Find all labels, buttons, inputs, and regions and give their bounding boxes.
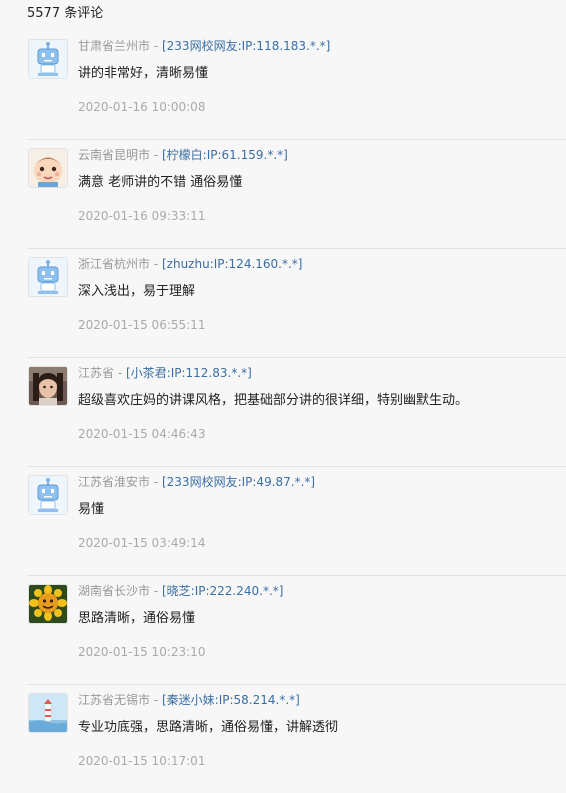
comment-user-link[interactable]: [晓芝:IP:222.240.*.*]: [162, 584, 283, 598]
comment-user-link[interactable]: [小茶君:IP:112.83.*.*]: [126, 366, 252, 380]
comment-item: 浙江省杭州市 - [zhuzhu:IP:124.160.*.*] 深入浅出，易于…: [27, 248, 566, 358]
comment-item: 云南省昆明市 - [柠檬白:IP:61.159.*.*] 满意 老师讲的不错 通…: [27, 139, 566, 249]
robot-avatar-icon[interactable]: [29, 40, 67, 78]
comment-text: 满意 老师讲的不错 通俗易懂: [78, 175, 243, 190]
comment-user-link[interactable]: [秦迷小妹:IP:58.214.*.*]: [162, 693, 300, 707]
comment-location: 甘肃省兰州市: [78, 39, 151, 53]
meta-separator: -: [150, 148, 162, 162]
comment-text: 专业功底强，思路清晰，通俗易懂，讲解透彻: [78, 720, 339, 735]
comment-timestamp: 2020-01-15 10:23:10: [78, 645, 206, 659]
comment-item: 甘肃省兰州市 - [233网校网友:IP:118.183.*.*] 讲的非常好，…: [27, 30, 566, 140]
comment-meta: 江苏省淮安市 - [233网校网友:IP:49.87.*.*]: [78, 474, 315, 490]
comment-count: 5577 条评论: [27, 6, 104, 21]
photo-avatar-icon[interactable]: [29, 367, 67, 405]
comment-location: 江苏省: [78, 366, 115, 380]
comment-user-link[interactable]: [柠檬白:IP:61.159.*.*]: [162, 148, 288, 162]
comment-text: 超级喜欢庄妈的讲课风格，把基础部分讲的很详细，特别幽默生动。: [78, 393, 469, 408]
comment-item: 湖南省长沙市 - [晓芝:IP:222.240.*.*] 思路清晰，通俗易懂 2…: [27, 575, 566, 685]
comment-meta: 甘肃省兰州市 - [233网校网友:IP:118.183.*.*]: [78, 38, 330, 54]
comment-timestamp: 2020-01-15 10:17:01: [78, 754, 206, 768]
comment-location: 江苏省无锡市: [78, 693, 151, 707]
comment-text: 思路清晰，通俗易懂: [78, 611, 196, 626]
meta-separator: -: [150, 39, 162, 53]
comment-timestamp: 2020-01-16 10:00:08: [78, 100, 206, 114]
sunflower-avatar-icon[interactable]: [29, 585, 67, 623]
comment-item: 江苏省无锡市 - [秦迷小妹:IP:58.214.*.*] 专业功底强，思路清晰…: [27, 684, 566, 793]
comment-timestamp: 2020-01-15 04:46:43: [78, 427, 206, 441]
meta-separator: -: [150, 475, 162, 489]
comment-location: 浙江省杭州市: [78, 257, 151, 271]
comment-location: 湖南省长沙市: [78, 584, 151, 598]
meta-separator: -: [114, 366, 126, 380]
comment-user-link[interactable]: [233网校网友:IP:118.183.*.*]: [162, 39, 330, 53]
comment-item: 江苏省淮安市 - [233网校网友:IP:49.87.*.*] 易懂 2020-…: [27, 466, 566, 576]
comment-timestamp: 2020-01-15 03:49:14: [78, 536, 206, 550]
meta-separator: -: [150, 693, 162, 707]
lighthouse-avatar-icon[interactable]: [29, 694, 67, 732]
comment-meta: 江苏省无锡市 - [秦迷小妹:IP:58.214.*.*]: [78, 692, 300, 708]
comment-text: 讲的非常好，清晰易懂: [78, 66, 209, 81]
baby-face-avatar-icon[interactable]: [29, 149, 67, 187]
comment-user-link[interactable]: [233网校网友:IP:49.87.*.*]: [162, 475, 315, 489]
robot-avatar-icon[interactable]: [29, 258, 67, 296]
comment-meta: 浙江省杭州市 - [zhuzhu:IP:124.160.*.*]: [78, 256, 302, 272]
comment-meta: 湖南省长沙市 - [晓芝:IP:222.240.*.*]: [78, 583, 283, 599]
robot-avatar-icon[interactable]: [29, 476, 67, 514]
meta-separator: -: [150, 257, 162, 271]
meta-separator: -: [150, 584, 162, 598]
comment-user-link[interactable]: [zhuzhu:IP:124.160.*.*]: [162, 257, 303, 271]
comment-location: 江苏省淮安市: [78, 475, 151, 489]
comment-text: 易懂: [78, 502, 105, 517]
comment-timestamp: 2020-01-15 06:55:11: [78, 318, 206, 332]
comment-meta: 江苏省 - [小茶君:IP:112.83.*.*]: [78, 365, 252, 381]
comment-meta: 云南省昆明市 - [柠檬白:IP:61.159.*.*]: [78, 147, 288, 163]
comment-location: 云南省昆明市: [78, 148, 151, 162]
comment-timestamp: 2020-01-16 09:33:11: [78, 209, 206, 223]
comment-item: 江苏省 - [小茶君:IP:112.83.*.*] 超级喜欢庄妈的讲课风格，把基…: [27, 357, 566, 467]
comment-text: 深入浅出，易于理解: [78, 284, 196, 299]
